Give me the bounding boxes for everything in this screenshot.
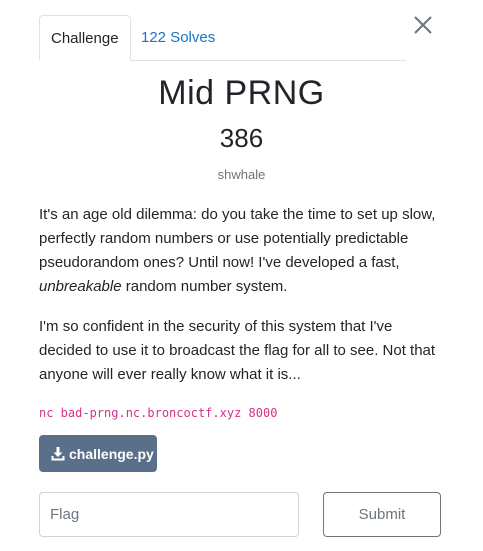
submit-button[interactable]: Submit xyxy=(323,492,441,537)
description-text: It's an age old dilemma: do you take the… xyxy=(39,206,436,271)
download-file-button[interactable]: challenge.py xyxy=(39,435,157,472)
challenge-tabs: Challenge 122 Solves xyxy=(39,15,406,61)
download-icon xyxy=(51,446,65,461)
description-emphasis: unbreakable xyxy=(39,278,122,295)
close-icon[interactable] xyxy=(412,14,434,36)
challenge-description-paragraph: It's an age old dilemma: do you take the… xyxy=(39,203,439,299)
challenge-modal: Challenge 122 Solves Mid PRNG 386 shwhal… xyxy=(0,0,483,551)
description-text: random number system. xyxy=(121,278,288,295)
tab-challenge[interactable]: Challenge xyxy=(39,15,131,61)
tab-solves[interactable]: 122 Solves xyxy=(130,15,226,60)
challenge-description-paragraph: I'm so confident in the security of this… xyxy=(39,318,436,383)
connection-command: nc bad-prng.nc.broncoctf.xyz 8000 xyxy=(39,406,278,420)
challenge-value: 386 xyxy=(219,123,264,153)
challenge-author: shwhale xyxy=(217,167,266,182)
challenge-title: Mid PRNG xyxy=(158,74,325,112)
flag-input[interactable] xyxy=(39,492,299,537)
download-file-label: challenge.py xyxy=(69,445,154,462)
